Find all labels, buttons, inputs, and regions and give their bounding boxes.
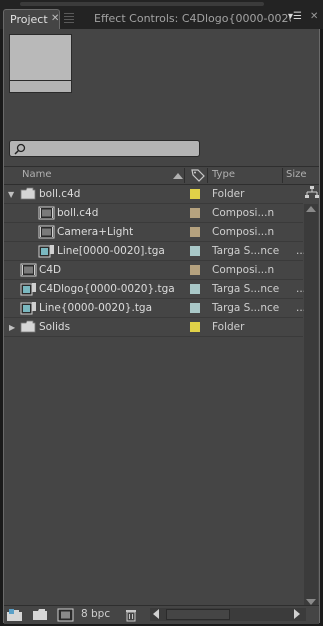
search-icon xyxy=(14,143,26,155)
item-name: Camera+Light xyxy=(57,226,134,238)
bottom-toolbar: 8 bpc xyxy=(4,605,319,624)
close-icon[interactable]: ✕ xyxy=(51,13,59,24)
label-color-swatch[interactable] xyxy=(190,227,200,237)
tab-project[interactable]: Project ✕ xyxy=(3,9,60,29)
label-color-swatch[interactable] xyxy=(190,246,200,256)
item-type: Targa S...nce xyxy=(212,302,280,314)
list-item[interactable]: Camera+Light Composi...n xyxy=(4,223,303,242)
list-item[interactable]: C4Dlogo{0000-0020}.tga Targa S...nce ...… xyxy=(4,280,316,299)
item-type: Composi...n xyxy=(212,226,275,238)
search-input[interactable] xyxy=(9,140,200,157)
vertical-scrollbar[interactable] xyxy=(304,204,318,609)
label-color-swatch[interactable] xyxy=(190,265,200,275)
item-type: Targa S...nce xyxy=(212,245,280,257)
item-type: Folder xyxy=(212,188,245,200)
column-name[interactable]: Name xyxy=(22,169,52,180)
expand-triangle-closed-icon[interactable]: ▶ xyxy=(9,323,15,332)
expand-triangle-open-icon[interactable]: ▼ xyxy=(8,190,14,199)
project-content: Name Type Size ▼ boll.c4d Folder boll.c4… xyxy=(3,29,320,624)
footage-sequence-icon xyxy=(20,283,36,296)
horizontal-scrollbar[interactable] xyxy=(150,608,306,621)
item-type: Composi...n xyxy=(212,207,275,219)
label-tag-icon[interactable] xyxy=(190,168,206,182)
label-color-swatch[interactable] xyxy=(190,303,200,313)
new-folder-icon[interactable] xyxy=(32,608,48,621)
item-name: boll.c4d xyxy=(57,207,99,219)
footage-sequence-icon xyxy=(20,302,36,315)
list-item[interactable]: ▶ Solids Folder xyxy=(4,318,303,337)
item-name: Line{0000-0020}.tga xyxy=(39,302,153,314)
scroll-thumb[interactable] xyxy=(166,609,230,620)
close-icon[interactable]: ✕ xyxy=(310,11,318,22)
preview-thumbnail xyxy=(9,34,72,93)
panel-menu-icon[interactable]: ▾☰ xyxy=(288,11,302,22)
scroll-right-icon[interactable] xyxy=(294,609,300,619)
column-type[interactable]: Type xyxy=(212,169,235,180)
tab-bar: Project ✕ Effect Controls: C4Dlogo{0000-… xyxy=(0,8,323,29)
composition-icon xyxy=(38,225,55,239)
item-name: boll.c4d xyxy=(39,188,81,200)
column-header: Name Type Size xyxy=(4,166,319,185)
footage-sequence-icon xyxy=(38,245,54,258)
item-name: C4D xyxy=(39,264,62,276)
panel-grip-icon[interactable] xyxy=(64,13,74,25)
top-scroll-bar[interactable] xyxy=(20,2,264,6)
scroll-up-icon[interactable] xyxy=(306,206,316,212)
project-panel: Project ✕ Effect Controls: C4Dlogo{0000-… xyxy=(0,0,323,626)
folder-icon xyxy=(20,320,36,333)
list-item[interactable]: Line{0000-0020}.tga Targa S...nce ....0 xyxy=(4,299,316,318)
label-color-swatch[interactable] xyxy=(190,322,200,332)
trash-icon[interactable] xyxy=(124,608,138,622)
tab-project-label: Project xyxy=(10,13,48,26)
list-item[interactable]: C4D Composi...n xyxy=(4,261,303,280)
composition-icon xyxy=(20,263,37,277)
label-color-swatch[interactable] xyxy=(190,284,200,294)
list-item[interactable]: Line[0000-0020].tga Targa S...nce ....0 xyxy=(4,242,316,261)
item-type: Targa S...nce xyxy=(212,283,280,295)
label-color-swatch[interactable] xyxy=(190,189,200,199)
label-color-swatch[interactable] xyxy=(190,208,200,218)
composition-icon xyxy=(38,206,55,220)
flowchart-icon[interactable] xyxy=(305,185,319,199)
item-name: C4Dlogo{0000-0020}.tga xyxy=(39,283,175,295)
new-composition-icon[interactable] xyxy=(57,608,74,622)
item-type: Composi...n xyxy=(212,264,275,276)
column-size[interactable]: Size xyxy=(286,169,307,180)
item-name: Line[0000-0020].tga xyxy=(57,245,165,257)
interpret-footage-icon[interactable] xyxy=(6,608,24,622)
item-name: Solids xyxy=(39,321,71,333)
bit-depth-button[interactable]: 8 bpc xyxy=(81,608,110,620)
list-item[interactable]: ▼ boll.c4d Folder xyxy=(4,185,303,204)
folder-icon xyxy=(20,187,36,200)
list-item[interactable]: boll.c4d Composi...n xyxy=(4,204,303,223)
top-strip xyxy=(0,0,323,8)
item-type: Folder xyxy=(212,321,245,333)
tab-effect-controls-label: Effect Controls: C4Dlogo{0000-0020}.tga xyxy=(94,12,291,25)
scroll-left-icon[interactable] xyxy=(153,609,159,619)
project-items-list: ▼ boll.c4d Folder boll.c4d Composi...n C… xyxy=(4,185,316,337)
tab-effect-controls[interactable]: Effect Controls: C4Dlogo{0000-0020}.tga … xyxy=(88,9,320,29)
sort-ascending-icon[interactable] xyxy=(173,173,183,179)
